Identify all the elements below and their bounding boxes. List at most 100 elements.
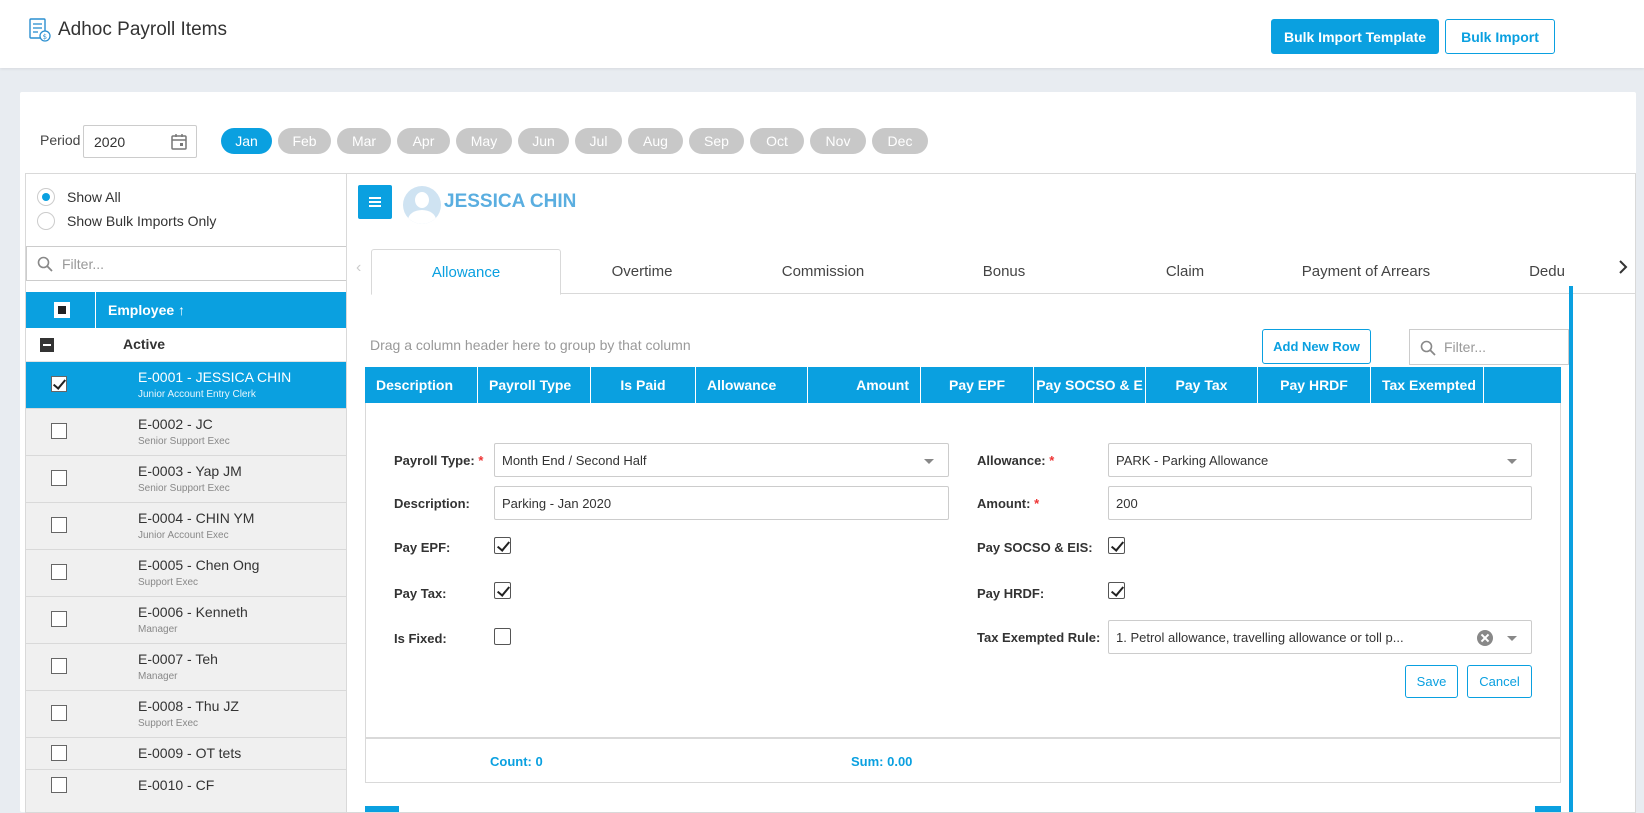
month-feb[interactable]: Feb xyxy=(278,128,331,154)
month-may[interactable]: May xyxy=(456,128,512,154)
bulk-import-template-button[interactable]: Bulk Import Template xyxy=(1271,19,1439,54)
month-aug[interactable]: Aug xyxy=(628,128,683,154)
employee-row[interactable]: E-0008 - Thu JZ Support Exec xyxy=(26,691,346,738)
column-tax-exempted[interactable]: Tax Exempted xyxy=(1371,367,1484,403)
tab-allowance[interactable]: Allowance xyxy=(371,249,561,295)
column-payroll-type[interactable]: Payroll Type xyxy=(478,367,591,403)
amount-input[interactable]: 200 xyxy=(1108,486,1532,520)
allowance-select[interactable]: PARK - Parking Allowance xyxy=(1108,443,1532,477)
pay-tax-checkbox[interactable] xyxy=(494,582,511,599)
add-new-row-button[interactable]: Add New Row xyxy=(1262,329,1371,364)
employee-role: Support Exec xyxy=(138,718,199,729)
month-dec[interactable]: Dec xyxy=(872,128,928,154)
tab-deductions[interactable]: Dedu xyxy=(1452,249,1635,294)
employee-checkbox[interactable] xyxy=(51,564,67,580)
employee-checkbox[interactable] xyxy=(51,470,67,486)
show-all-radio[interactable] xyxy=(37,188,55,206)
pager-right-button[interactable] xyxy=(1535,806,1561,812)
employee-checkbox[interactable] xyxy=(51,423,67,439)
month-jul[interactable]: Jul xyxy=(575,128,622,154)
employee-checkbox[interactable] xyxy=(51,517,67,533)
vertical-scrollbar[interactable] xyxy=(1569,286,1573,812)
allowance-label: Allowance: * xyxy=(977,453,1055,468)
chevron-down-icon[interactable] xyxy=(1507,459,1517,464)
is-fixed-label: Is Fixed: xyxy=(394,631,447,646)
month-apr[interactable]: Apr xyxy=(397,128,450,154)
is-fixed-checkbox[interactable] xyxy=(494,628,511,645)
employee-name: E-0004 - CHIN YM xyxy=(138,510,255,526)
employee-column-header[interactable]: Employee ↑ xyxy=(108,302,185,318)
select-all-checkbox[interactable] xyxy=(54,302,70,318)
employee-row[interactable]: E-0005 - Chen Ong Support Exec xyxy=(26,550,346,597)
clear-icon[interactable] xyxy=(1477,630,1493,646)
pay-socso-label: Pay SOCSO & EIS: xyxy=(977,540,1093,555)
employee-name: E-0008 - Thu JZ xyxy=(138,698,239,714)
employee-name: E-0007 - Teh xyxy=(138,651,218,667)
employee-role: Manager xyxy=(138,671,178,682)
pay-socso-checkbox[interactable] xyxy=(1108,537,1125,554)
tabs-scroll-right-icon[interactable] xyxy=(1615,255,1631,279)
chevron-down-icon[interactable] xyxy=(924,459,934,464)
tab-payment-of-arrears[interactable]: Payment of Arrears xyxy=(1271,249,1461,294)
period-year-input[interactable]: 2020 xyxy=(83,125,197,158)
count-summary: Count: 0 xyxy=(490,754,543,769)
month-mar[interactable]: Mar xyxy=(337,128,391,154)
employee-name: E-0010 - CF xyxy=(138,777,215,793)
employee-checkbox[interactable] xyxy=(51,658,67,674)
employee-checkbox[interactable] xyxy=(51,705,67,721)
employee-row[interactable]: E-0010 - CF xyxy=(26,770,346,812)
employee-checkbox[interactable] xyxy=(51,611,67,627)
column-pay-tax[interactable]: Pay Tax xyxy=(1146,367,1258,403)
tax-exempted-rule-select[interactable]: 1. Petrol allowance, travelling allowanc… xyxy=(1108,620,1532,654)
chevron-down-icon[interactable] xyxy=(1507,636,1517,641)
employee-row[interactable]: E-0003 - Yap JM Senior Support Exec xyxy=(26,456,346,503)
month-sep[interactable]: Sep xyxy=(689,128,744,154)
employee-checkbox[interactable] xyxy=(51,745,67,761)
tab-bonus[interactable]: Bonus xyxy=(909,249,1099,294)
save-button[interactable]: Save xyxy=(1405,665,1458,698)
employee-role: Senior Support Exec xyxy=(138,483,230,494)
employee-filter-input[interactable]: Filter... xyxy=(26,246,346,281)
employee-row[interactable]: E-0004 - CHIN YM Junior Account Exec xyxy=(26,503,346,550)
employee-checkbox[interactable] xyxy=(51,376,67,392)
cancel-button[interactable]: Cancel xyxy=(1467,665,1532,698)
collapse-group-icon[interactable] xyxy=(40,338,54,352)
column-pay-hrdf[interactable]: Pay HRDF xyxy=(1258,367,1371,403)
description-input[interactable]: Parking - Jan 2020 xyxy=(494,486,949,520)
column-is-paid[interactable]: Is Paid xyxy=(591,367,696,403)
sum-summary: Sum: 0.00 xyxy=(851,754,913,769)
column-amount[interactable]: Amount xyxy=(808,367,921,403)
month-jun[interactable]: Jun xyxy=(518,128,569,154)
payroll-type-select[interactable]: Month End / Second Half xyxy=(494,443,949,477)
tabs-scroll-left-icon[interactable]: ‹ xyxy=(356,259,361,277)
column-pay-socso[interactable]: Pay SOCSO & E xyxy=(1034,367,1146,403)
tab-claim[interactable]: Claim xyxy=(1090,249,1280,294)
month-oct[interactable]: Oct xyxy=(750,128,804,154)
show-bulk-only-option[interactable]: Show Bulk Imports Only xyxy=(37,212,216,230)
employee-row[interactable]: E-0007 - Teh Manager xyxy=(26,644,346,691)
employee-row[interactable]: E-0009 - OT tets xyxy=(26,738,346,770)
show-all-label: Show All xyxy=(67,189,121,205)
tab-commission[interactable]: Commission xyxy=(728,249,918,294)
month-nov[interactable]: Nov xyxy=(810,128,866,154)
employee-checkbox[interactable] xyxy=(51,777,67,793)
employee-row[interactable]: E-0002 - JC Senior Support Exec xyxy=(26,409,346,456)
show-all-option[interactable]: Show All xyxy=(37,188,121,206)
pager-left-button[interactable] xyxy=(365,806,399,812)
column-allowance[interactable]: Allowance xyxy=(696,367,808,403)
grid-filter-placeholder: Filter... xyxy=(1444,339,1487,355)
tab-overtime[interactable]: Overtime xyxy=(547,249,737,294)
show-bulk-only-radio[interactable] xyxy=(37,212,55,230)
column-description[interactable]: Description xyxy=(365,367,478,403)
month-jan[interactable]: Jan xyxy=(221,128,272,154)
column-pay-epf[interactable]: Pay EPF xyxy=(921,367,1034,403)
calendar-icon[interactable] xyxy=(170,133,188,151)
menu-toggle-button[interactable] xyxy=(358,185,392,219)
employee-row[interactable]: E-0001 - JESSICA CHIN Junior Account Ent… xyxy=(26,362,346,409)
pay-hrdf-checkbox[interactable] xyxy=(1108,582,1125,599)
bulk-import-button[interactable]: Bulk Import xyxy=(1445,19,1555,54)
pay-epf-checkbox[interactable] xyxy=(494,537,511,554)
group-row-active[interactable]: Active xyxy=(26,328,346,362)
grid-filter-input[interactable]: Filter... xyxy=(1409,329,1569,365)
employee-row[interactable]: E-0006 - Kenneth Manager xyxy=(26,597,346,644)
